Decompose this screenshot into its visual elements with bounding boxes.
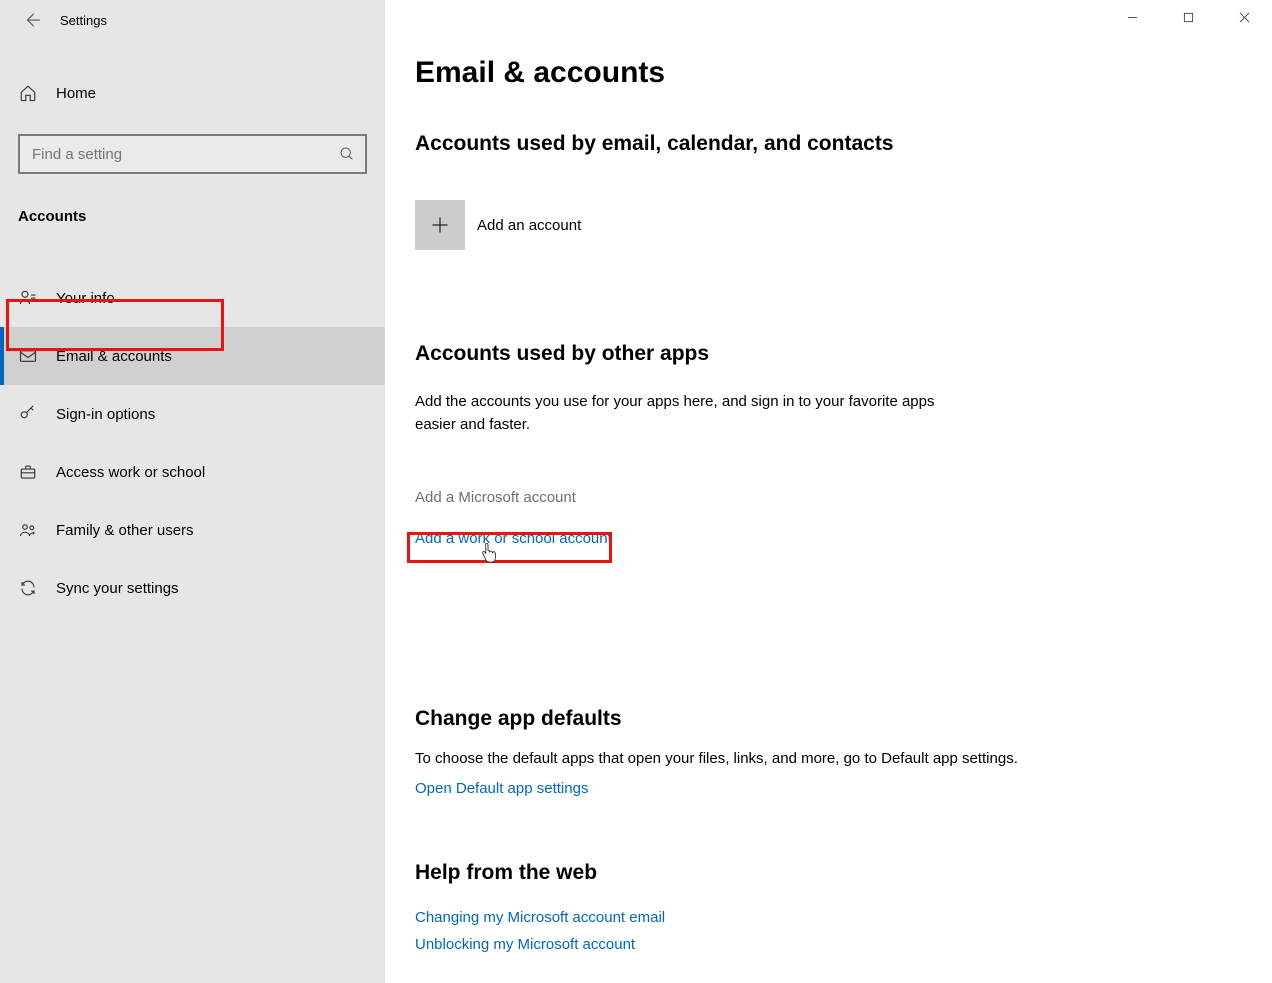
maximize-icon bbox=[1183, 12, 1194, 23]
sidebar-nav-list: Your info Email & accounts Sign-in optio… bbox=[0, 269, 385, 617]
sidebar-item-label: Your info bbox=[56, 290, 115, 307]
search-icon bbox=[339, 146, 355, 162]
sidebar-item-label: Sync your settings bbox=[56, 580, 179, 597]
link-open-default-app-settings[interactable]: Open Default app settings bbox=[415, 780, 1272, 797]
key-icon bbox=[18, 405, 38, 423]
close-icon bbox=[1239, 12, 1250, 23]
sidebar-item-label: Email & accounts bbox=[56, 348, 172, 365]
back-button[interactable] bbox=[8, 2, 56, 38]
sync-icon bbox=[18, 579, 38, 597]
people-icon bbox=[18, 521, 38, 539]
plus-icon bbox=[430, 215, 450, 235]
sidebar-home[interactable]: Home bbox=[0, 64, 385, 122]
add-tile bbox=[415, 200, 465, 250]
link-help-change-email[interactable]: Changing my Microsoft account email bbox=[415, 909, 1272, 926]
person-icon bbox=[18, 289, 38, 307]
settings-sidebar: Settings Home Accounts Your info Email &… bbox=[0, 0, 385, 983]
section-title-help: Help from the web bbox=[415, 861, 1272, 885]
add-account-label: Add an account bbox=[477, 217, 581, 234]
sidebar-home-label: Home bbox=[56, 85, 96, 102]
link-add-microsoft-account[interactable]: Add a Microsoft account bbox=[415, 489, 1272, 506]
sidebar-item-sync-settings[interactable]: Sync your settings bbox=[0, 559, 385, 617]
add-account-button[interactable]: Add an account bbox=[415, 200, 1272, 250]
sidebar-item-family-users[interactable]: Family & other users bbox=[0, 501, 385, 559]
maximize-button[interactable] bbox=[1160, 0, 1216, 34]
minimize-icon bbox=[1127, 12, 1138, 23]
mail-icon bbox=[18, 347, 38, 365]
window-controls bbox=[1104, 0, 1272, 34]
settings-main: Email & accounts Accounts used by email,… bbox=[385, 0, 1272, 983]
section-title-app-defaults: Change app defaults bbox=[415, 707, 1272, 731]
sidebar-group-header: Accounts bbox=[0, 192, 385, 241]
app-title: Settings bbox=[60, 13, 107, 28]
minimize-button[interactable] bbox=[1104, 0, 1160, 34]
briefcase-icon bbox=[18, 463, 38, 481]
section-title-other-apps: Accounts used by other apps bbox=[415, 342, 1272, 366]
help-links: Changing my Microsoft account email Unbl… bbox=[415, 909, 1272, 953]
sidebar-item-label: Family & other users bbox=[56, 522, 194, 539]
sidebar-item-your-info[interactable]: Your info bbox=[0, 269, 385, 327]
titlebar: Settings bbox=[0, 0, 385, 40]
sidebar-item-signin-options[interactable]: Sign-in options bbox=[0, 385, 385, 443]
search-input[interactable] bbox=[18, 134, 367, 174]
sidebar-item-access-work-school[interactable]: Access work or school bbox=[0, 443, 385, 501]
link-add-work-school-account[interactable]: Add a work or school account bbox=[415, 530, 1272, 547]
back-arrow-icon bbox=[23, 11, 41, 29]
close-button[interactable] bbox=[1216, 0, 1272, 34]
search-wrap bbox=[18, 134, 367, 174]
home-icon bbox=[18, 84, 38, 102]
section-body-app-defaults: To choose the default apps that open you… bbox=[415, 747, 1135, 770]
section-title-email-calendar: Accounts used by email, calendar, and co… bbox=[415, 132, 1272, 156]
section-body-other-apps: Add the accounts you use for your apps h… bbox=[415, 390, 975, 437]
sidebar-item-email-accounts[interactable]: Email & accounts bbox=[0, 327, 385, 385]
page-title: Email & accounts bbox=[415, 56, 1272, 90]
sidebar-item-label: Access work or school bbox=[56, 464, 205, 481]
sidebar-item-label: Sign-in options bbox=[56, 406, 155, 423]
link-help-unblock-account[interactable]: Unblocking my Microsoft account bbox=[415, 936, 1272, 953]
